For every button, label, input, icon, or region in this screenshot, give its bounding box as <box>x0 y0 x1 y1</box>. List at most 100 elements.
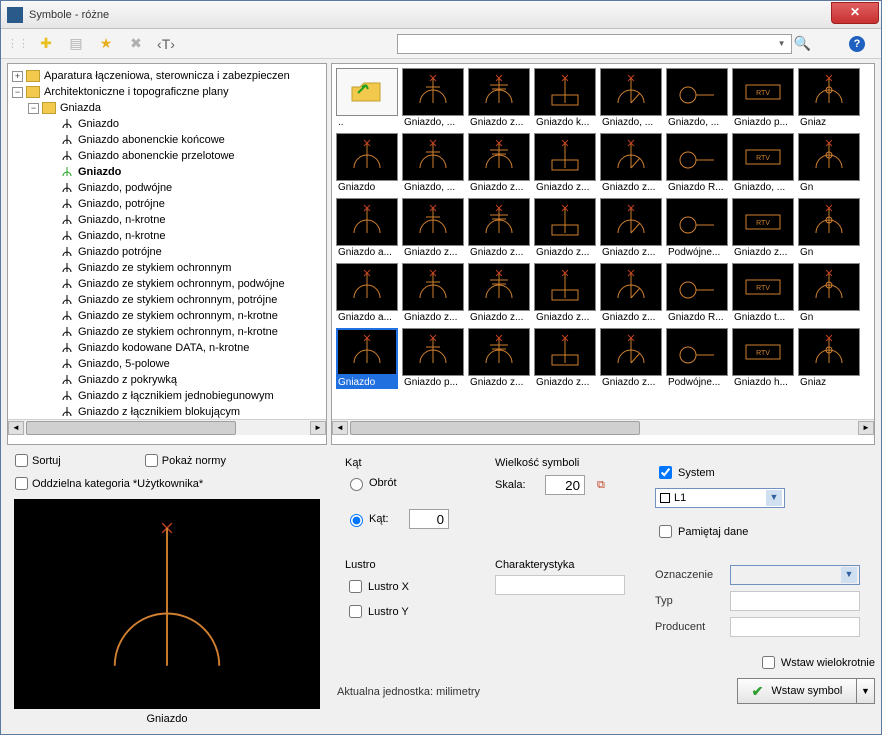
tree-node[interactable]: − Gniazda <box>12 100 326 116</box>
manufacturer-input[interactable] <box>730 617 860 637</box>
symbol-thumb[interactable]: Gniazdo, ... <box>600 68 662 129</box>
tree-leaf[interactable]: Gniazdo <box>12 116 326 132</box>
tree-leaf[interactable]: Gniazdo kodowane DATA, n-krotne <box>12 340 326 356</box>
expand-icon[interactable]: + <box>12 71 23 82</box>
symbol-thumb[interactable]: Gniazdo z... <box>600 328 662 389</box>
scale-icon[interactable]: ⧉ <box>597 479 605 492</box>
symbol-thumb[interactable]: Gniazdo a... <box>336 198 398 259</box>
symbol-thumb[interactable]: Gniazdo a... <box>336 263 398 324</box>
tree-node-root[interactable]: − Architektoniczne i topograficzne plany <box>12 84 326 100</box>
tree-leaf[interactable]: Gniazdo abonenckie przelotowe <box>12 148 326 164</box>
favorite-icon[interactable]: ★ <box>95 33 117 55</box>
symbol-thumb[interactable]: Gn <box>798 263 860 324</box>
tree-leaf[interactable]: Gniazdo ze stykiem ochronnym, n-krotne <box>12 324 326 340</box>
scroll-thumb[interactable] <box>26 421 236 435</box>
text-icon[interactable]: ‹T› <box>155 33 177 55</box>
type-input[interactable] <box>730 591 860 611</box>
symbol-thumb[interactable]: Gniaz <box>798 68 860 129</box>
search-input[interactable] <box>397 34 792 54</box>
symbol-thumb[interactable]: Gniazdo R... <box>666 133 728 194</box>
tree-leaf[interactable]: Gniazdo ze stykiem ochronnym, podwójne <box>12 276 326 292</box>
scroll-left-button[interactable]: ◄ <box>332 421 348 435</box>
delete-icon[interactable]: ✖ <box>125 33 147 55</box>
add-icon[interactable]: ✚ <box>35 33 57 55</box>
tree-leaf[interactable]: Gniazdo z pokrywką <box>12 372 326 388</box>
symbol-thumb[interactable]: Gniazdo, ... <box>402 133 464 194</box>
scale-input[interactable] <box>545 475 585 495</box>
symbol-thumb[interactable]: Gniazdo, ... <box>402 68 464 129</box>
symbol-thumb[interactable]: Gniaz <box>798 328 860 389</box>
angle-radio[interactable] <box>350 514 363 527</box>
characteristic-input[interactable] <box>495 575 625 595</box>
system-checkbox[interactable] <box>659 466 672 479</box>
collapse-icon[interactable]: − <box>12 87 23 98</box>
tree-leaf[interactable]: Gniazdo ze stykiem ochronnym <box>12 260 326 276</box>
scroll-thumb[interactable] <box>350 421 640 435</box>
tree-leaf[interactable]: Gniazdo abonenckie końcowe <box>12 132 326 148</box>
symbol-thumb[interactable]: Gniazdo z... <box>468 198 530 259</box>
insert-symbol-button[interactable]: ✔ Wstaw symbol <box>737 678 857 704</box>
symbol-thumb[interactable]: Gniazdo, ... <box>666 68 728 129</box>
thumbnail-grid[interactable]: ..Gniazdo, ...Gniazdo z...Gniazdo k...Gn… <box>332 64 874 419</box>
symbol-thumb[interactable]: Gniazdo <box>336 133 398 194</box>
tree[interactable]: + Aparatura łączeniowa, sterownicza i za… <box>8 64 326 419</box>
symbol-thumb[interactable]: Gniazdo z... <box>600 263 662 324</box>
insert-dropdown-button[interactable]: ▼ <box>857 678 875 704</box>
symbol-thumb[interactable]: Gniazdo p... <box>402 328 464 389</box>
mirror-y-checkbox[interactable] <box>349 605 362 618</box>
collapse-icon[interactable]: − <box>28 103 39 114</box>
scroll-right-button[interactable]: ► <box>858 421 874 435</box>
symbol-thumb[interactable]: Gniazdo z... <box>468 263 530 324</box>
tree-leaf[interactable]: Gniazdo ze stykiem ochronnym, potrójne <box>12 292 326 308</box>
symbol-thumb[interactable]: RTVGniazdo p... <box>732 68 794 129</box>
symbol-thumb[interactable]: RTVGniazdo, ... <box>732 133 794 194</box>
symbol-thumb[interactable]: Podwójne... <box>666 328 728 389</box>
symbol-thumb[interactable]: Gniazdo z... <box>402 198 464 259</box>
symbol-thumb[interactable]: Gniazdo z... <box>402 263 464 324</box>
show-norms-checkbox[interactable]: Pokaż normy <box>141 451 226 470</box>
rotation-radio[interactable] <box>350 478 363 491</box>
up-folder-thumb[interactable]: .. <box>336 68 398 129</box>
symbol-thumb[interactable]: Gniazdo z... <box>468 133 530 194</box>
system-select[interactable]: L1 ▼ <box>655 488 785 508</box>
angle-input[interactable] <box>409 509 449 529</box>
symbol-thumb[interactable]: Gniazdo z... <box>534 263 596 324</box>
horizontal-scrollbar[interactable]: ◄ ► <box>332 419 874 435</box>
symbol-thumb[interactable]: Gniazdo z... <box>600 198 662 259</box>
symbol-thumb[interactable]: Gniazdo z... <box>600 133 662 194</box>
symbol-thumb[interactable]: Podwójne... <box>666 198 728 259</box>
symbol-thumb[interactable]: Gniazdo z... <box>534 328 596 389</box>
symbol-thumb[interactable]: RTVGniazdo t... <box>732 263 794 324</box>
tree-leaf[interactable]: Gniazdo, 5-polowe <box>12 356 326 372</box>
tree-leaf[interactable]: Gniazdo, n-krotne <box>12 212 326 228</box>
symbol-thumb[interactable]: Gn <box>798 133 860 194</box>
tree-leaf[interactable]: Gniazdo <box>12 164 326 180</box>
symbol-thumb[interactable]: RTVGniazdo z... <box>732 198 794 259</box>
tree-leaf[interactable]: Gniazdo, n-krotne <box>12 228 326 244</box>
sort-checkbox[interactable]: Sortuj <box>11 451 61 470</box>
close-button[interactable]: ✕ <box>831 2 879 24</box>
tree-leaf[interactable]: Gniazdo potrójne <box>12 244 326 260</box>
tree-leaf[interactable]: Gniazdo ze stykiem ochronnym, n-krotne <box>12 308 326 324</box>
remember-checkbox[interactable] <box>659 525 672 538</box>
symbol-thumb[interactable]: Gniazdo k... <box>534 68 596 129</box>
scroll-left-button[interactable]: ◄ <box>8 421 24 435</box>
user-category-checkbox[interactable]: Oddzielna kategoria *Użytkownika* <box>11 474 203 493</box>
mirror-x-checkbox[interactable] <box>349 580 362 593</box>
symbol-thumb[interactable]: Gniazdo z... <box>468 68 530 129</box>
scroll-right-button[interactable]: ► <box>310 421 326 435</box>
tree-leaf[interactable]: Gniazdo z łącznikiem jednobiegunowym <box>12 388 326 404</box>
symbol-thumb[interactable]: Gniazdo <box>336 328 398 389</box>
multi-insert-checkbox[interactable] <box>762 656 775 669</box>
symbol-thumb[interactable]: RTVGniazdo h... <box>732 328 794 389</box>
horizontal-scrollbar[interactable]: ◄ ► <box>8 419 326 435</box>
designation-select[interactable]: ▼ <box>730 565 860 585</box>
tree-node-root[interactable]: + Aparatura łączeniowa, sterownicza i za… <box>12 68 326 84</box>
symbol-thumb[interactable]: Gniazdo z... <box>534 133 596 194</box>
symbol-thumb[interactable]: Gniazdo R... <box>666 263 728 324</box>
symbol-thumb[interactable]: Gn <box>798 198 860 259</box>
tree-leaf[interactable]: Gniazdo, podwójne <box>12 180 326 196</box>
tree-leaf[interactable]: Gniazdo, potrójne <box>12 196 326 212</box>
tree-leaf[interactable]: Gniazdo z łącznikiem blokującym <box>12 404 326 419</box>
symbol-thumb[interactable]: Gniazdo z... <box>534 198 596 259</box>
